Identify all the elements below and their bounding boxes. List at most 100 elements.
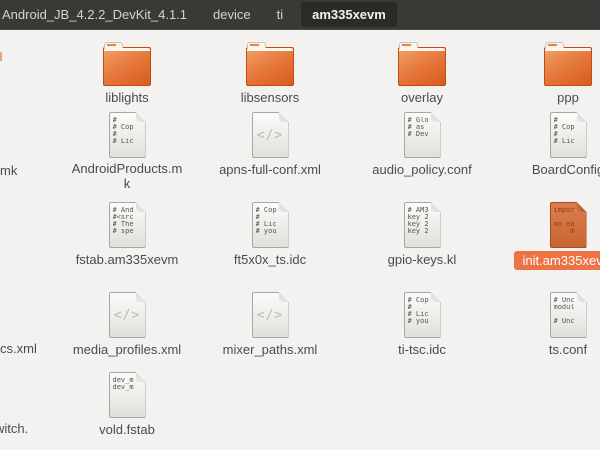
file-ti-tsc-idc[interactable]: # Cop # # Lic # you ti-tsc.idc bbox=[357, 290, 487, 359]
file-ts-conf[interactable]: # Unc modul # Unc ts.conf bbox=[503, 290, 600, 359]
file-label: BoardConfig bbox=[532, 162, 600, 177]
icon-text-line: # Cop bbox=[408, 297, 440, 304]
code-glyph: </> bbox=[253, 113, 288, 157]
file-label: apns-full-conf.xml bbox=[219, 162, 321, 177]
icon-text-line bbox=[554, 214, 586, 221]
folder-icon bbox=[544, 47, 592, 86]
icon-text-line: # Lic bbox=[554, 138, 586, 145]
file-boardconfig[interactable]: # # Cop # # Lic BoardConfig bbox=[503, 110, 600, 179]
icon-text-line: #<src bbox=[113, 214, 145, 221]
code-glyph: </> bbox=[110, 293, 145, 337]
file-label: media_profiles.xml bbox=[73, 342, 181, 357]
clipped-file-label-cs-xml[interactable]: cs.xml bbox=[0, 341, 37, 356]
breadcrumb-item-ti[interactable]: ti bbox=[277, 7, 284, 22]
folder-label: ppp bbox=[557, 90, 579, 105]
icon-text-line: key 2 bbox=[408, 221, 440, 228]
file-label: mixer_paths.xml bbox=[223, 342, 318, 357]
icon-text-line: # And bbox=[113, 207, 145, 214]
icon-text-line: # bbox=[113, 117, 145, 124]
text-file-icon: dev_m dev_m bbox=[109, 372, 146, 418]
icon-text-line: dev_m bbox=[113, 384, 145, 391]
folder-icon bbox=[103, 47, 151, 86]
icon-text-line: dev_m bbox=[113, 377, 145, 384]
icon-text-line: # Lic bbox=[256, 221, 288, 228]
breadcrumb-item-devkit[interactable]: Android_JB_4.2.2_DevKit_4.1.1 bbox=[2, 7, 187, 22]
file-manager-window: Android_JB_4.2.2_DevKit_4.1.1 device ti … bbox=[0, 0, 600, 450]
file-label: ts.conf bbox=[549, 342, 587, 357]
folder-libsensors[interactable]: libsensors bbox=[205, 38, 335, 107]
file-vold-fstab[interactable]: dev_m dev_m vold.fstab bbox=[62, 370, 192, 439]
folder-overlay[interactable]: overlay bbox=[357, 38, 487, 107]
file-apns-full-conf-xml[interactable]: </> apns-full-conf.xml bbox=[205, 110, 335, 179]
icon-text-line: # as bbox=[408, 124, 440, 131]
folder-ppp[interactable]: ppp bbox=[503, 38, 600, 107]
file-label: vold.fstab bbox=[99, 422, 155, 437]
icon-text-line: # bbox=[554, 131, 586, 138]
icon-text-line: # Cop bbox=[554, 124, 586, 131]
file-fstab-am335xevm[interactable]: # And #<src # The # spe fstab.am335xevm bbox=[62, 200, 192, 269]
clipped-file-label-mk[interactable]: mk bbox=[0, 163, 17, 178]
icon-text-line: impor bbox=[554, 207, 586, 214]
icon-text-line: on ea bbox=[554, 221, 586, 228]
folder-label: libsensors bbox=[241, 90, 300, 105]
folder-label: liblights bbox=[105, 90, 148, 105]
icon-text-line: key 2 bbox=[408, 228, 440, 235]
file-media-profiles-xml[interactable]: </> media_profiles.xml bbox=[62, 290, 192, 359]
icon-text-line: # Unc bbox=[554, 318, 586, 325]
icon-text-line: modul bbox=[554, 304, 586, 311]
icon-text-line: # AM3 bbox=[408, 207, 440, 214]
file-gpio-keys-kl[interactable]: # AM3 key 2 key 2 key 2 gpio-keys.kl bbox=[357, 200, 487, 269]
icon-text-line: # bbox=[113, 131, 145, 138]
icon-text-line: # you bbox=[408, 318, 440, 325]
icon-text-line: # Cop bbox=[113, 124, 145, 131]
xml-file-icon: </> bbox=[109, 292, 146, 338]
file-mixer-paths-xml[interactable]: </> mixer_paths.xml bbox=[205, 290, 335, 359]
selected-text-file-icon: impor on ea m bbox=[550, 202, 587, 248]
icon-text-line: # Unc bbox=[554, 297, 586, 304]
folder-icon bbox=[398, 47, 446, 86]
file-audio-policy-conf[interactable]: # Glo # as # Dev audio_policy.conf bbox=[357, 110, 487, 179]
text-file-icon: # Glo # as # Dev bbox=[404, 112, 441, 158]
text-file-icon: # # Cop # # Lic bbox=[109, 112, 146, 158]
breadcrumb-item-device[interactable]: device bbox=[213, 7, 251, 22]
icon-text-line: # spe bbox=[113, 228, 145, 235]
icon-text-line: # Dev bbox=[408, 131, 440, 138]
xml-file-icon: </> bbox=[252, 112, 289, 158]
folder-icon bbox=[246, 47, 294, 86]
icon-text-line: # you bbox=[256, 228, 288, 235]
icon-text-line: key 2 bbox=[408, 214, 440, 221]
icon-text-line: m bbox=[554, 228, 586, 235]
file-label: gpio-keys.kl bbox=[388, 252, 457, 267]
icon-text-line: # Lic bbox=[408, 311, 440, 318]
selected-file-label: init.am335xevm bbox=[514, 251, 600, 270]
folder-label: overlay bbox=[401, 90, 443, 105]
icon-text-line bbox=[554, 311, 586, 318]
file-label: ti-tsc.idc bbox=[398, 342, 446, 357]
icon-text-line: # bbox=[408, 304, 440, 311]
breadcrumb: Android_JB_4.2.2_DevKit_4.1.1 device ti … bbox=[0, 0, 600, 30]
text-file-icon: # AM3 key 2 key 2 key 2 bbox=[404, 202, 441, 248]
icon-text-line: # bbox=[256, 214, 288, 221]
file-label: AndroidProducts.mk bbox=[70, 161, 184, 191]
file-androidproducts-mk[interactable]: # # Cop # # Lic AndroidProducts.mk bbox=[62, 110, 192, 193]
text-file-icon: # Cop # # Lic # you bbox=[252, 202, 289, 248]
icon-text-line: # bbox=[554, 117, 586, 124]
file-label: audio_policy.conf bbox=[372, 162, 472, 177]
breadcrumb-item-am335xevm-current[interactable]: am335xevm bbox=[301, 2, 397, 27]
icon-text-line: # The bbox=[113, 221, 145, 228]
icon-text-line: # Cop bbox=[256, 207, 288, 214]
icon-text-line: # Glo bbox=[408, 117, 440, 124]
file-label: ft5x0x_ts.idc bbox=[234, 252, 306, 267]
file-init-am335xevm-selected[interactable]: impor on ea m init.am335xevm bbox=[503, 200, 600, 270]
icon-text-line: # Lic bbox=[113, 138, 145, 145]
clipped-file-label-witch[interactable]: witch. bbox=[0, 421, 28, 436]
folder-liblights[interactable]: liblights bbox=[62, 38, 192, 107]
text-file-icon: # Unc modul # Unc bbox=[550, 292, 587, 338]
file-label: fstab.am335xevm bbox=[76, 252, 179, 267]
xml-file-icon: </> bbox=[252, 292, 289, 338]
text-file-icon: # Cop # # Lic # you bbox=[404, 292, 441, 338]
clipped-folder-icon-edge bbox=[0, 52, 2, 61]
file-ft5x0x-ts-idc[interactable]: # Cop # # Lic # you ft5x0x_ts.idc bbox=[205, 200, 335, 269]
code-glyph: </> bbox=[253, 293, 288, 337]
text-file-icon: # And #<src # The # spe bbox=[109, 202, 146, 248]
